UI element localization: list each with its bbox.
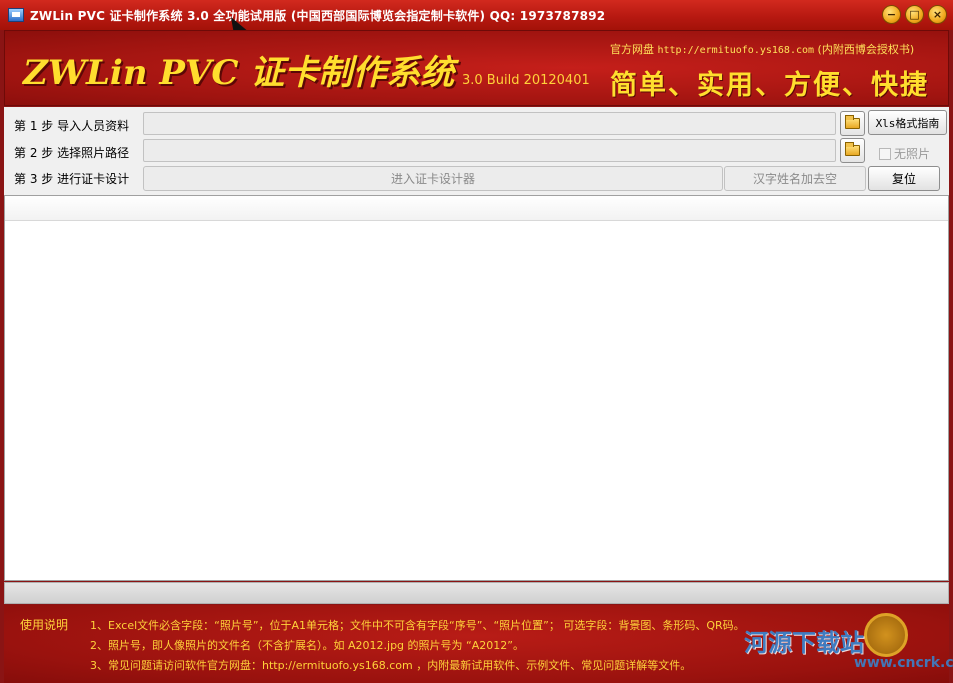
minimize-button[interactable]: − xyxy=(882,5,901,24)
step-1-label: 第 1 步 导入人员资料 xyxy=(14,119,130,133)
seal-logo-icon xyxy=(864,613,908,657)
no-photo-checkbox[interactable] xyxy=(879,147,891,160)
instruction-line-3: 3、常见问题请访问软件官方网盘：http://ermituofo.ys168.c… xyxy=(90,659,692,672)
banner: ZWLin PVC 证卡制作系统 3.0 Build 20120401 官方网盘… xyxy=(4,30,949,106)
browse-photo-button[interactable] xyxy=(840,138,865,163)
title-bar[interactable]: ZWLin PVC 证卡制作系统 3.0 全功能试用版 (中国西部国际博览会指定… xyxy=(0,0,953,30)
banner-slogan: 简单、实用、方便、快捷 xyxy=(610,70,929,101)
website-info: 官方网盘 http://ermituofo.ys168.com (内附西博会授权… xyxy=(610,41,914,57)
instructions-footer: 使用说明 1、Excel文件必含字段：“照片号”，位于A1单元格；文件中不可含有… xyxy=(4,605,953,683)
excel-file-path-input[interactable] xyxy=(143,112,836,135)
watermark-sub: www.cncrk.com xyxy=(854,655,953,671)
instruction-line-2: 2、照片号，即人像照片的文件名（不含扩展名）。如 A2012.jpg 的照片号为… xyxy=(90,639,524,652)
folder-open-icon xyxy=(845,115,860,129)
step-2-label: 第 2 步 选择照片路径 xyxy=(14,146,130,160)
browse-excel-button[interactable] xyxy=(840,111,865,136)
maximize-button[interactable]: □ xyxy=(905,5,924,24)
instruction-line-1: 1、Excel文件必含字段：“照片号”，位于A1单元格；文件中不可含有字段“序号… xyxy=(90,619,745,632)
watermark-text: 河源下载站 xyxy=(744,629,864,657)
add-space-button[interactable]: 汉字姓名加去空 xyxy=(724,166,866,191)
no-photo-label: 无照片 xyxy=(894,147,931,161)
window-controls: − □ × xyxy=(882,5,947,24)
enter-designer-button[interactable]: 进入证卡设计器 xyxy=(143,166,723,191)
website-note: (内附西博会授权书) xyxy=(817,43,915,56)
list-header[interactable] xyxy=(5,196,948,221)
banner-version: 3.0 Build 20120401 xyxy=(462,73,590,88)
reset-button[interactable]: 复位 xyxy=(868,166,940,191)
photo-path-input[interactable] xyxy=(143,139,836,162)
close-button[interactable]: × xyxy=(928,5,947,24)
banner-title: ZWLin PVC 证卡制作系统 xyxy=(23,53,455,93)
instructions-label: 使用说明 xyxy=(20,618,69,632)
website-label: 官方网盘 xyxy=(610,43,654,56)
records-list[interactable] xyxy=(4,195,949,581)
step-3-label: 第 3 步 进行证卡设计 xyxy=(14,172,130,186)
steps-panel: 第 1 步 导入人员资料 Xls格式指南 第 2 步 选择照片路径 无照片 第 … xyxy=(4,107,949,195)
folder-open-icon xyxy=(845,142,860,156)
website-url[interactable]: http://ermituofo.ys168.com xyxy=(658,45,815,56)
no-photo-option[interactable]: 无照片 xyxy=(879,145,930,162)
xls-guide-button[interactable]: Xls格式指南 xyxy=(868,110,947,135)
window-title: ZWLin PVC 证卡制作系统 3.0 全功能试用版 (中国西部国际博览会指定… xyxy=(30,8,606,23)
app-icon xyxy=(8,8,24,22)
horizontal-scrollbar[interactable] xyxy=(4,582,949,604)
